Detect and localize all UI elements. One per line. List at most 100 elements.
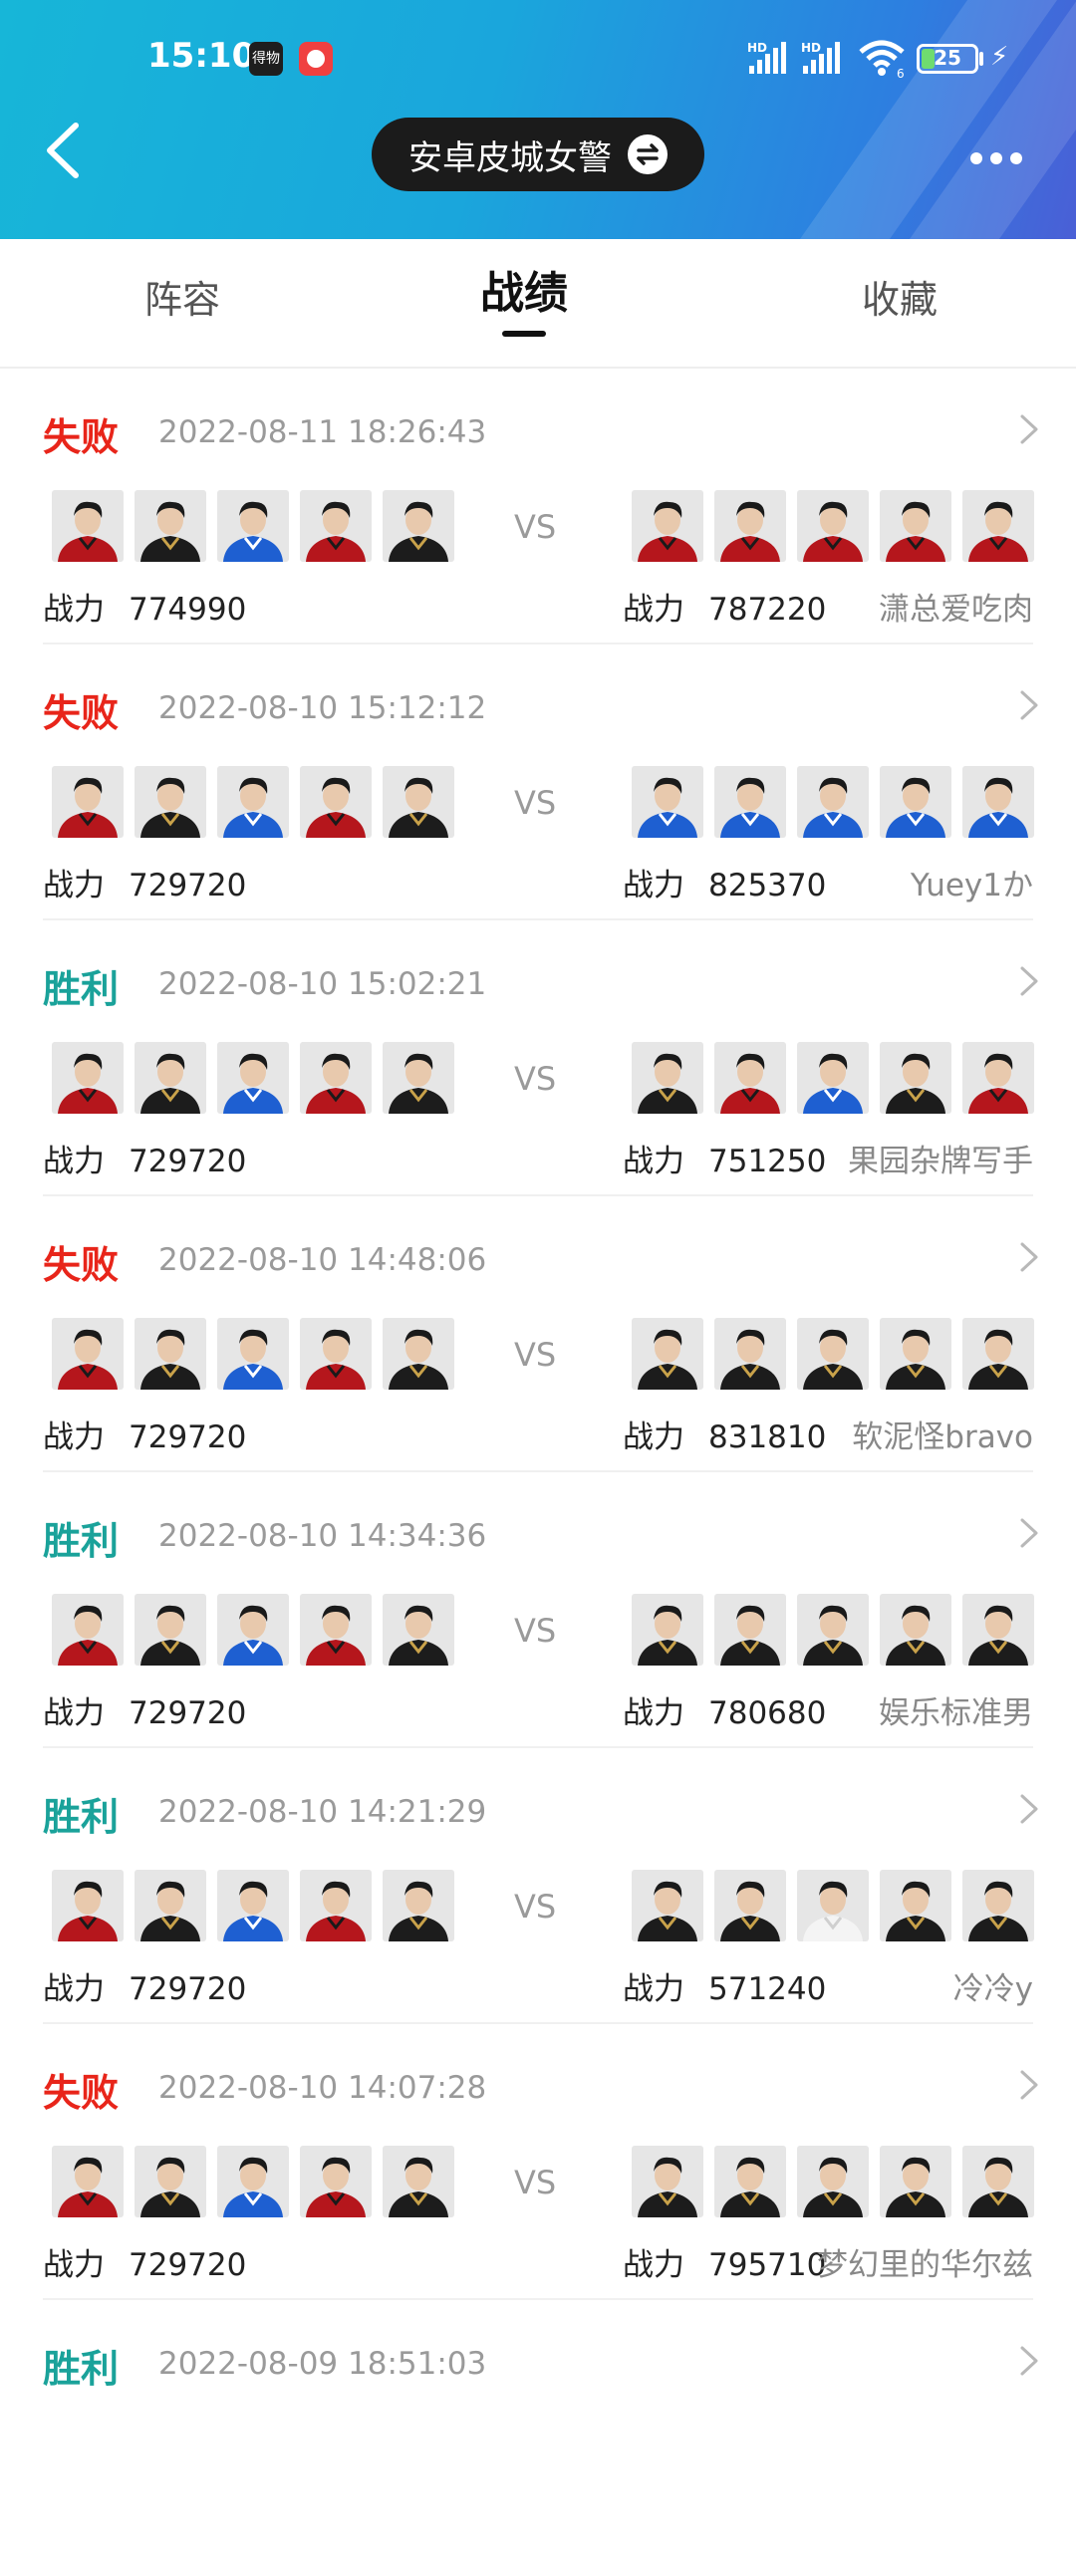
match-record-row[interactable]: 胜利 2022-08-09 18:51:03 xyxy=(0,2300,1076,2576)
champion-avatar xyxy=(632,1042,703,1114)
champion-avatar xyxy=(383,1318,454,1390)
match-record-row[interactable]: 胜利 2022-08-10 14:34:36 VS 战力 729720 战力 780680 娱… xyxy=(0,1472,1076,1748)
more-options-button[interactable] xyxy=(970,149,1034,169)
vs-label: VS xyxy=(514,2164,557,2201)
match-record-row[interactable]: 失败 2022-08-10 14:48:06 VS 战力 729720 战力 831810 软… xyxy=(0,1196,1076,1472)
wifi-standard-label: 6 xyxy=(897,67,905,78)
battery-percent: 25 xyxy=(934,46,961,70)
tab-match-records[interactable]: 战绩 xyxy=(424,239,624,367)
notification-app-icon xyxy=(299,42,333,76)
power-label: 战力 xyxy=(43,868,105,903)
match-result-label: 胜利 xyxy=(43,967,120,1011)
champion-avatar xyxy=(383,490,454,562)
dewu-app-icon: 得物 xyxy=(249,42,283,76)
chevron-right-icon xyxy=(1020,2346,1038,2376)
champion-avatar xyxy=(217,1042,289,1114)
champion-avatar xyxy=(217,2146,289,2217)
champion-avatar xyxy=(962,1870,1034,1941)
match-datetime: 2022-08-10 14:48:06 xyxy=(158,1242,487,1278)
champion-avatar xyxy=(383,766,454,838)
champion-avatar xyxy=(632,1594,703,1666)
champion-avatar xyxy=(52,490,124,562)
champion-avatar xyxy=(134,490,206,562)
my-power: 战力 729720 xyxy=(43,2239,246,2284)
champion-avatar xyxy=(962,766,1034,838)
tab-favorites[interactable]: 收藏 xyxy=(800,239,999,367)
champion-avatar xyxy=(632,2146,703,2217)
account-switcher[interactable]: 安卓皮城女警 xyxy=(372,118,704,191)
my-power-value: 729720 xyxy=(129,2247,247,2283)
champion-avatar xyxy=(880,490,951,562)
champion-avatar xyxy=(880,1594,951,1666)
match-record-row[interactable]: 失败 2022-08-10 14:07:28 VS 战力 729720 战力 795710 梦… xyxy=(0,2024,1076,2300)
opponent-power: 战力 571240 xyxy=(623,1963,826,2008)
chevron-left-icon xyxy=(47,123,79,178)
champion-avatar xyxy=(383,2146,454,2217)
champion-avatar xyxy=(134,766,206,838)
power-label: 战力 xyxy=(43,592,105,628)
status-bar: 15:10 得物 HD HD 6 25 ⚡ xyxy=(0,0,1076,120)
power-label: 战力 xyxy=(623,868,684,903)
vs-label: VS xyxy=(514,784,557,822)
champion-avatar xyxy=(797,766,869,838)
champion-avatar xyxy=(714,1318,786,1390)
cell-signal-icon: HD xyxy=(801,41,840,74)
my-power: 战力 729720 xyxy=(43,1136,246,1180)
champion-avatar xyxy=(134,2146,206,2217)
champion-avatar xyxy=(134,1042,206,1114)
my-power-value: 774990 xyxy=(129,592,247,628)
champion-avatar xyxy=(300,766,372,838)
champion-avatar xyxy=(383,1594,454,1666)
active-tab-indicator xyxy=(502,331,546,337)
champion-avatar xyxy=(880,766,951,838)
my-power-value: 729720 xyxy=(129,1971,247,2007)
chevron-right-icon xyxy=(1020,1242,1038,1272)
champion-avatar xyxy=(880,1042,951,1114)
champion-avatar xyxy=(714,1042,786,1114)
opponent-power-value: 571240 xyxy=(708,1971,827,2007)
champion-avatar xyxy=(632,1318,703,1390)
tab-lineup[interactable]: 阵容 xyxy=(83,239,282,367)
match-record-row[interactable]: 失败 2022-08-11 18:26:43 VS 战力 774990 战力 787220 潇… xyxy=(0,369,1076,644)
match-record-row[interactable]: 胜利 2022-08-10 14:21:29 VS 战力 729720 战力 571240 冷… xyxy=(0,1748,1076,2024)
power-label: 战力 xyxy=(623,2247,684,2283)
match-datetime: 2022-08-11 18:26:43 xyxy=(158,414,487,450)
my-power: 战力 774990 xyxy=(43,584,246,629)
back-button[interactable] xyxy=(40,116,100,185)
my-power: 战力 729720 xyxy=(43,1412,246,1456)
vs-label: VS xyxy=(514,1888,557,1926)
match-record-row[interactable]: 胜利 2022-08-10 15:02:21 VS 战力 729720 战力 751250 果… xyxy=(0,920,1076,1196)
champion-avatar xyxy=(797,1042,869,1114)
power-label: 战力 xyxy=(43,1695,105,1731)
match-result-label: 胜利 xyxy=(43,1795,120,1839)
opponent-power: 战力 787220 xyxy=(623,584,826,629)
match-datetime: 2022-08-10 15:12:12 xyxy=(158,690,487,726)
my-power: 战力 729720 xyxy=(43,860,246,904)
vs-label: VS xyxy=(514,1336,557,1374)
match-record-row[interactable]: 失败 2022-08-10 15:12:12 VS 战力 729720 战力 825370 Y… xyxy=(0,644,1076,920)
champion-avatar xyxy=(962,1318,1034,1390)
champion-avatar xyxy=(52,766,124,838)
champion-avatar xyxy=(962,1594,1034,1666)
chevron-right-icon xyxy=(1020,414,1038,444)
opponent-power-value: 795710 xyxy=(708,2247,827,2283)
champion-avatar xyxy=(962,1042,1034,1114)
match-result-label: 失败 xyxy=(43,691,120,735)
champion-avatar xyxy=(880,1870,951,1941)
opponent-name: 果园杂牌写手 xyxy=(848,1144,1033,1179)
vs-label: VS xyxy=(514,1612,557,1650)
battery-icon: 25 xyxy=(917,44,978,74)
power-label: 战力 xyxy=(43,1419,105,1455)
champion-avatar xyxy=(300,1318,372,1390)
opponent-power: 战力 780680 xyxy=(623,1687,826,1732)
champion-avatar xyxy=(383,1042,454,1114)
champion-avatar xyxy=(52,1594,124,1666)
champion-avatar xyxy=(632,1870,703,1941)
chevron-right-icon xyxy=(1020,1794,1038,1824)
champion-avatar xyxy=(797,1318,869,1390)
network-type-label: HD xyxy=(801,41,821,55)
champion-avatar xyxy=(880,2146,951,2217)
champion-avatar xyxy=(632,490,703,562)
champion-avatar xyxy=(632,766,703,838)
opponent-power-value: 751250 xyxy=(708,1144,827,1179)
